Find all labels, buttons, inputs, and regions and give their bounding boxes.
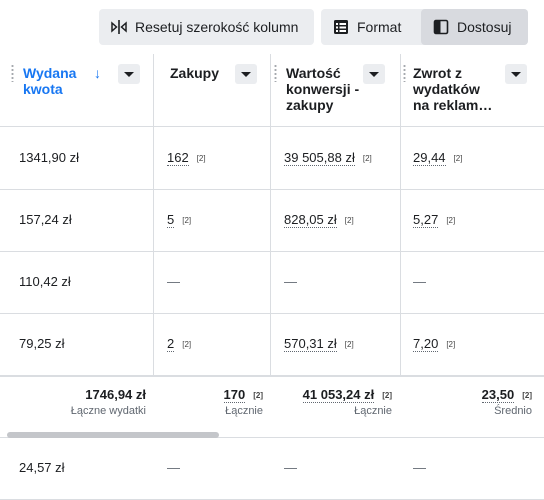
- cell-spend: 157,24 zł: [19, 189, 72, 251]
- reference-mark: [2]: [182, 216, 192, 225]
- cell-value[interactable]: 162: [167, 151, 189, 166]
- cell-purchases: —: [167, 251, 180, 313]
- table-row: 79,25 zł 2 [2] 570,31 zł [2] 7,20 [2]: [0, 313, 544, 376]
- horizontal-scrollbar[interactable]: [7, 432, 219, 438]
- cell-purchases: —: [167, 437, 180, 499]
- format-button[interactable]: Format: [321, 9, 419, 45]
- cell-value[interactable]: 39 505,88 zł [2]: [284, 127, 372, 189]
- header-spend[interactable]: Wydana kwota ↓: [0, 54, 153, 126]
- totals-row: 1746,94 zł Łączne wydatki 170 [2] Łącznie…: [0, 376, 544, 429]
- cell-value: 1341,90 zł: [19, 150, 79, 165]
- cell-value: —: [284, 460, 297, 475]
- table-row: 110,42 zł — — —: [0, 251, 544, 314]
- cell-value: 79,25 zł: [19, 336, 65, 351]
- customize-label: Dostosuj: [457, 19, 512, 35]
- table-row: 24,57 zł — — —: [0, 437, 544, 500]
- cell-roas[interactable]: 7,20 [2]: [413, 313, 455, 375]
- total-roas-label: Średnio: [494, 405, 532, 417]
- header-purchases-label: Zakupy: [170, 65, 220, 81]
- cell-roas: —: [413, 251, 426, 313]
- cell-value[interactable]: 5,27: [413, 213, 439, 228]
- header-roas-label: Zwrot z wydatków na reklam…: [413, 65, 493, 113]
- format-label: Format: [357, 19, 402, 35]
- cell-value: 157,24 zł: [19, 212, 72, 227]
- cell-value: —: [284, 251, 297, 313]
- total-spend: 1746,94 zł Łączne wydatki: [0, 377, 146, 429]
- cell-value[interactable]: 29,44: [413, 151, 446, 166]
- total-roas-value[interactable]: 23,50: [481, 387, 515, 403]
- cell-value: —: [167, 274, 180, 289]
- header-purchases[interactable]: Zakupy: [153, 54, 270, 126]
- layout-panel-icon: [433, 19, 449, 35]
- drag-handle-icon[interactable]: [403, 64, 406, 82]
- cell-value: —: [284, 274, 297, 289]
- total-purchases[interactable]: 170 [2] Łącznie: [153, 377, 263, 429]
- cell-value[interactable]: 39 505,88 zł: [284, 151, 355, 166]
- reset-column-width-label: Resetuj szerokość kolumn: [135, 19, 299, 35]
- cell-value: 110,42 zł: [19, 274, 71, 289]
- cell-value[interactable]: 5: [167, 213, 175, 228]
- total-spend-value: 1746,94 zł: [85, 387, 146, 402]
- column-resize-icon: [111, 20, 127, 34]
- cell-value: —: [284, 437, 297, 499]
- column-menu-dropdown[interactable]: [118, 64, 140, 84]
- table-row: 157,24 zł 5 [2] 828,05 zł [2] 5,27 [2]: [0, 189, 544, 252]
- cell-spend: 79,25 zł: [19, 313, 65, 375]
- table-toolbar: Resetuj szerokość kolumn Format Dostosuj: [0, 0, 544, 52]
- table-row: 1341,90 zł 162 [2] 39 505,88 zł [2] 29,44 [2]: [0, 127, 544, 190]
- cell-value[interactable]: 828,05 zł [2]: [284, 189, 354, 251]
- total-conversion-value[interactable]: 41 053,24 zł [2] Łącznie: [270, 377, 392, 429]
- cell-roas: —: [413, 437, 426, 499]
- cell-value: 24,57 zł: [19, 460, 65, 475]
- total-purchases-value[interactable]: 170: [223, 387, 246, 403]
- cell-purchases[interactable]: 2 [2]: [167, 313, 191, 375]
- reset-column-width-button[interactable]: Resetuj szerokość kolumn: [99, 9, 314, 45]
- total-spend-label: Łączne wydatki: [70, 405, 146, 417]
- cell-value: —: [167, 460, 180, 475]
- reference-mark: [2]: [382, 391, 392, 400]
- reference-mark: [2]: [182, 340, 192, 349]
- total-conversion-value-value[interactable]: 41 053,24 zł: [302, 387, 375, 403]
- reference-mark: [2]: [446, 216, 456, 225]
- reference-mark: [2]: [253, 391, 263, 400]
- table-header: Wydana kwota ↓ Zakupy Wartość konwersji -z…: [0, 54, 544, 127]
- cell-value[interactable]: 828,05 zł: [284, 213, 337, 228]
- reference-mark: [2]: [453, 154, 463, 163]
- cell-value[interactable]: 570,31 zł: [284, 337, 337, 352]
- total-roas[interactable]: 23,50 [2] Średnio: [400, 377, 532, 429]
- reference-mark: [2]: [344, 340, 354, 349]
- column-menu-dropdown[interactable]: [235, 64, 257, 84]
- cell-roas[interactable]: 29,44 [2]: [413, 127, 462, 189]
- reference-mark: [2]: [522, 391, 532, 400]
- reference-mark: [2]: [446, 340, 456, 349]
- reference-mark: [2]: [344, 216, 354, 225]
- header-spend-label: Wydana kwota: [23, 65, 77, 97]
- cell-value[interactable]: 570,31 zł [2]: [284, 313, 354, 375]
- header-conversion-value-label: Wartość konwersji - zakupy: [286, 65, 360, 113]
- table-format-icon: [334, 20, 348, 34]
- cell-purchases[interactable]: 5 [2]: [167, 189, 191, 251]
- cell-roas[interactable]: 5,27 [2]: [413, 189, 455, 251]
- column-menu-dropdown[interactable]: [505, 64, 527, 84]
- reference-mark: [2]: [196, 154, 206, 163]
- cell-value: —: [413, 274, 426, 289]
- total-conversion-value-label: Łącznie: [354, 405, 392, 417]
- ads-data-table: Wydana kwota ↓ Zakupy Wartość konwersji -z…: [0, 54, 544, 500]
- cell-value[interactable]: 2: [167, 337, 175, 352]
- cell-value[interactable]: 7,20: [413, 337, 439, 352]
- cell-spend: 110,42 zł: [19, 251, 71, 313]
- reference-mark: [2]: [362, 154, 372, 163]
- column-menu-dropdown[interactable]: [363, 64, 385, 84]
- customize-button[interactable]: Dostosuj: [421, 9, 528, 45]
- cell-spend: 1341,90 zł: [19, 127, 79, 189]
- drag-handle-icon[interactable]: [11, 64, 14, 82]
- header-conversion-value[interactable]: Wartość konwersji - zakupy: [270, 54, 400, 126]
- header-roas[interactable]: Zwrot z wydatków na reklam…: [400, 54, 544, 126]
- total-purchases-label: Łącznie: [225, 405, 263, 417]
- sort-descending-icon[interactable]: ↓: [94, 65, 101, 81]
- cell-purchases[interactable]: 162 [2]: [167, 127, 206, 189]
- drag-handle-icon[interactable]: [274, 64, 277, 82]
- cell-value: —: [413, 460, 426, 475]
- cell-spend: 24,57 zł: [19, 437, 65, 499]
